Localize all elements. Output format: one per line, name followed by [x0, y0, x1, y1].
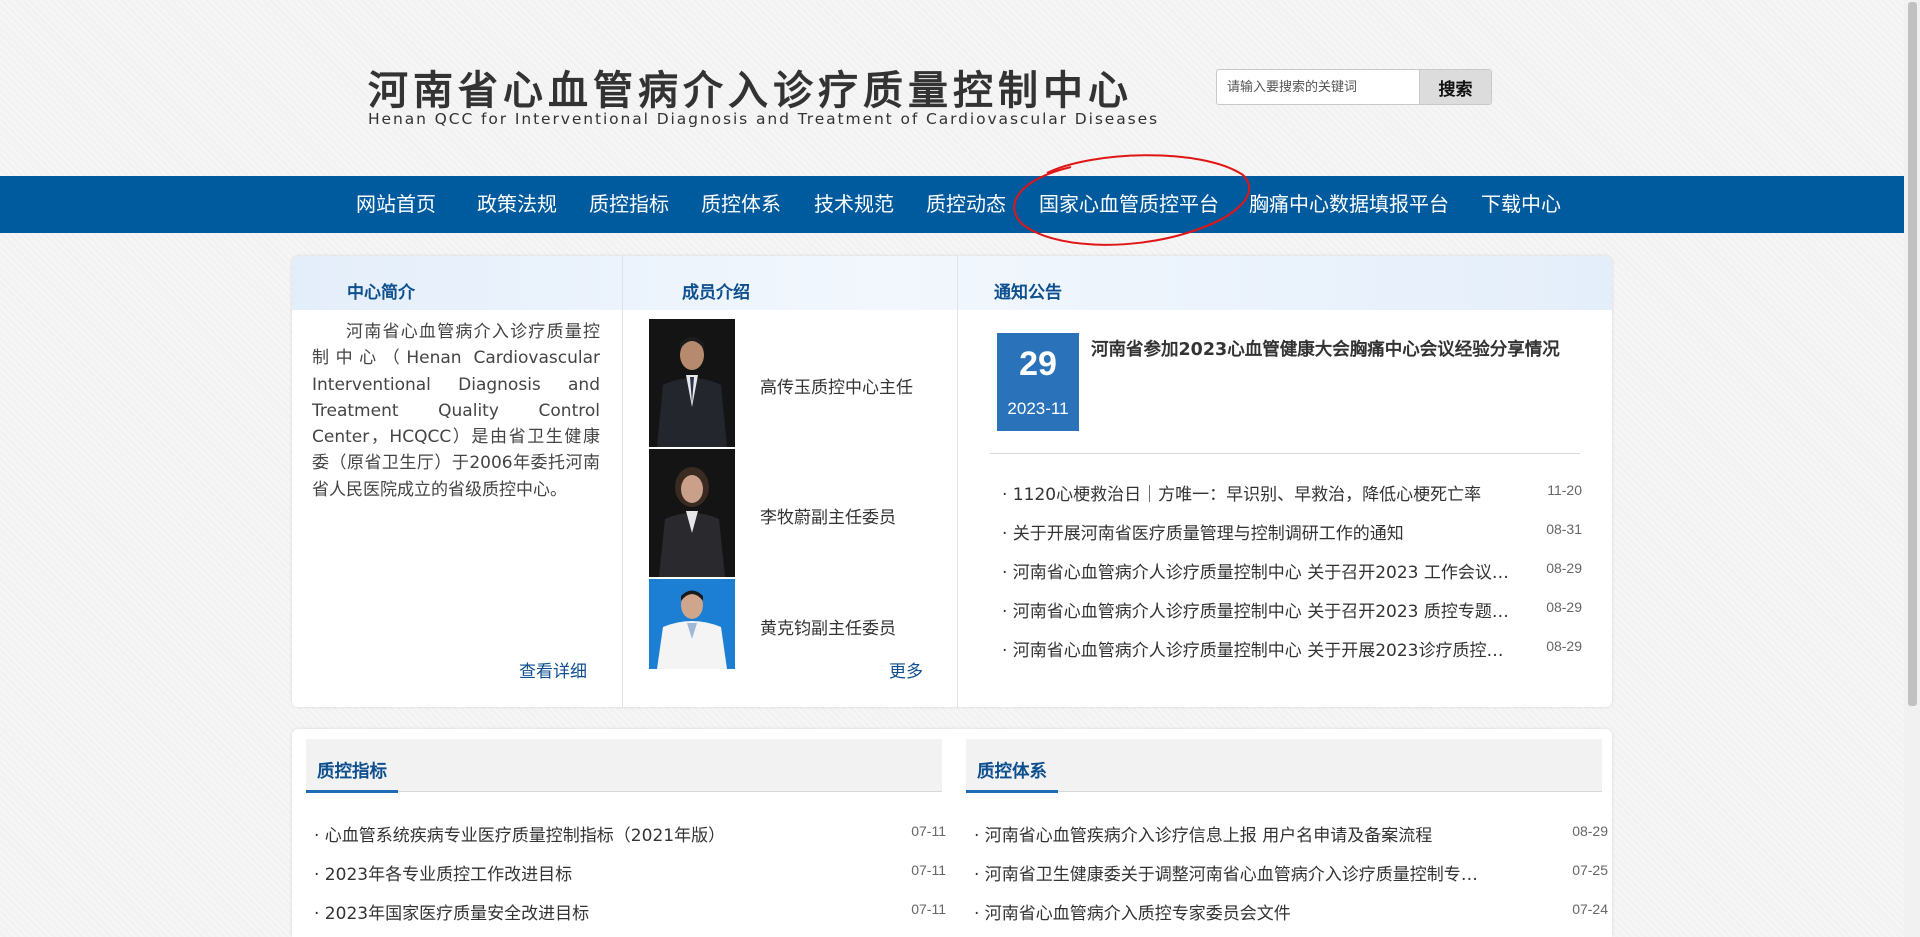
qc-system-header: 质控体系 [966, 739, 1602, 793]
column-divider [957, 256, 958, 707]
list-item-title: · 河南省卫生健康委关于调整河南省心血管病介入诊疗质量控制专家委员会的通知 [974, 865, 1486, 885]
site-subtitle: Henan QCC for Interventional Diagnosis a… [368, 110, 1160, 128]
search-input[interactable] [1217, 70, 1421, 104]
nav-item-home[interactable]: 网站首页 [356, 176, 436, 233]
intro-more-link[interactable]: 查看详细 [519, 657, 587, 682]
list-item-title: · 2023年各专业质控工作改进目标 [314, 865, 573, 885]
member-photo-huang[interactable] [649, 579, 735, 669]
notice-title: · 1120心梗救治日｜方唯一：早识别、早救治，降低心梗死亡率 [1002, 485, 1482, 505]
list-item[interactable]: · 2023年各专业质控工作改进目标 07-11 [314, 860, 946, 890]
qc-indicators-title[interactable]: 质控指标 [317, 758, 387, 783]
list-item-title: · 2023年国家医疗质量安全改进目标 [314, 904, 590, 924]
list-item[interactable]: · 心血管系统疾病专业医疗质量控制指标（2021年版） 07-11 [314, 821, 946, 851]
title-underline [966, 790, 1058, 793]
main-nav: 网站首页 政策法规 质控指标 质控体系 技术规范 质控动态 国家心血管质控平台 … [0, 176, 1904, 233]
list-item-title: · 心血管系统疾病专业医疗质量控制指标（2021年版） [314, 826, 726, 846]
featured-date-badge: 29 2023-11 [997, 333, 1079, 431]
list-item-title: · 河南省心血管疾病介入诊疗信息上报 用户名申请及备案流程 [974, 826, 1433, 846]
list-item[interactable]: · 1120心梗救治日｜方唯一：早识别、早救治，降低心梗死亡率 11-20 [1002, 480, 1582, 510]
members-more-link[interactable]: 更多 [889, 657, 923, 682]
list-item[interactable]: · 关于开展河南省医疗质量管理与控制调研工作的通知 08-31 [1002, 519, 1582, 549]
nav-item-downloads[interactable]: 下载中心 [1481, 176, 1561, 233]
member-name[interactable]: 李牧蔚副主任委员 [760, 503, 896, 528]
intro-title: 中心简介 [347, 283, 415, 303]
members-title: 成员介绍 [682, 283, 750, 303]
qc-indicators-header: 质控指标 [306, 739, 942, 793]
member-photo-li[interactable] [649, 449, 735, 577]
qc-system-title[interactable]: 质控体系 [977, 758, 1047, 783]
nav-item-policies[interactable]: 政策法规 [477, 176, 557, 233]
list-item-title: · 河南省心血管病介入质控专家委员会文件 [974, 904, 1291, 924]
panel-header-band [292, 256, 1612, 310]
notice-date: 08-29 [1546, 560, 1582, 576]
nav-item-qc-system[interactable]: 质控体系 [701, 176, 781, 233]
search-box: 搜索 [1216, 69, 1492, 105]
notice-title: · 河南省心血管病介人诊疗质量控制中心 关于召开2023 质控专题培训会议的通知 [1002, 602, 1514, 622]
notice-title: · 河南省心血管病介人诊疗质量控制中心 关于开展2023诊疗质控督导检查的通知 [1002, 641, 1514, 661]
featured-year-month: 2023-11 [1007, 399, 1069, 418]
notice-title: · 关于开展河南省医疗质量管理与控制调研工作的通知 [1002, 524, 1404, 544]
list-item[interactable]: · 河南省心血管病介入质控专家委员会文件 07-24 [974, 899, 1608, 929]
list-item-date: 07-11 [911, 901, 946, 917]
notice-date: 11-20 [1547, 482, 1582, 498]
list-item[interactable]: · 河南省心血管疾病介入诊疗信息上报 用户名申请及备案流程 08-29 [974, 821, 1608, 851]
notice-title: · 河南省心血管病介人诊疗质量控制中心 关于召开2023 工作会议暨质控培训会的… [1002, 563, 1514, 583]
member-name[interactable]: 黄克钧副主任委员 [760, 614, 896, 639]
intro-text: 河南省心血管病介入诊疗质量控制中心（Henan Cardiovascular I… [312, 322, 600, 500]
list-item[interactable]: · 河南省心血管病介人诊疗质量控制中心 关于召开2023 工作会议暨质控培训会的… [1002, 558, 1582, 588]
featured-day: 29 [1019, 345, 1057, 383]
list-item-date: 08-29 [1572, 823, 1608, 839]
site-title: 河南省心血管病介入诊疗质量控制中心 [368, 68, 1133, 114]
nav-item-qc-indicators[interactable]: 质控指标 [589, 176, 669, 233]
divider [990, 453, 1580, 454]
search-button[interactable]: 搜索 [1419, 70, 1491, 104]
list-item-date: 07-24 [1572, 901, 1608, 917]
nav-item-national-cardio-qc-platform[interactable]: 国家心血管质控平台 [1039, 176, 1219, 233]
list-item-date: 07-25 [1572, 862, 1608, 878]
scrollbar-thumb[interactable] [1908, 2, 1917, 706]
nav-item-qc-news[interactable]: 质控动态 [926, 176, 1006, 233]
nav-item-tech-standards[interactable]: 技术规范 [814, 176, 894, 233]
list-item[interactable]: · 2023年国家医疗质量安全改进目标 07-11 [314, 899, 946, 929]
bottom-lists-panel: 质控指标 · 心血管系统疾病专业医疗质量控制指标（2021年版） 07-11 ·… [292, 729, 1612, 937]
member-photo-gao[interactable] [649, 319, 735, 447]
featured-notice-title[interactable]: 河南省参加2023心血管健康大会胸痛中心会议经验分享情况 [1091, 336, 1581, 361]
top-info-panel: 中心简介 河南省心血管病介入诊疗质量控制中心（Henan Cardiovascu… [292, 256, 1612, 707]
nav-item-chest-pain-data-platform[interactable]: 胸痛中心数据填报平台 [1249, 176, 1449, 233]
vertical-scrollbar[interactable] [1904, 0, 1920, 937]
list-item[interactable]: · 河南省心血管病介人诊疗质量控制中心 关于开展2023诊疗质控督导检查的通知 … [1002, 636, 1582, 666]
list-item-date: 07-11 [911, 823, 946, 839]
column-divider [622, 256, 623, 707]
list-item[interactable]: · 河南省心血管病介人诊疗质量控制中心 关于召开2023 质控专题培训会议的通知… [1002, 597, 1582, 627]
notices-title: 通知公告 [994, 283, 1062, 303]
list-item[interactable]: · 河南省卫生健康委关于调整河南省心血管病介入诊疗质量控制专家委员会的通知 07… [974, 860, 1608, 890]
member-name[interactable]: 高传玉质控中心主任 [760, 373, 913, 398]
title-underline [306, 790, 398, 793]
notice-date: 08-29 [1546, 599, 1582, 615]
notice-date: 08-31 [1546, 521, 1582, 537]
list-item-date: 07-11 [911, 862, 946, 878]
notice-date: 08-29 [1546, 638, 1582, 654]
